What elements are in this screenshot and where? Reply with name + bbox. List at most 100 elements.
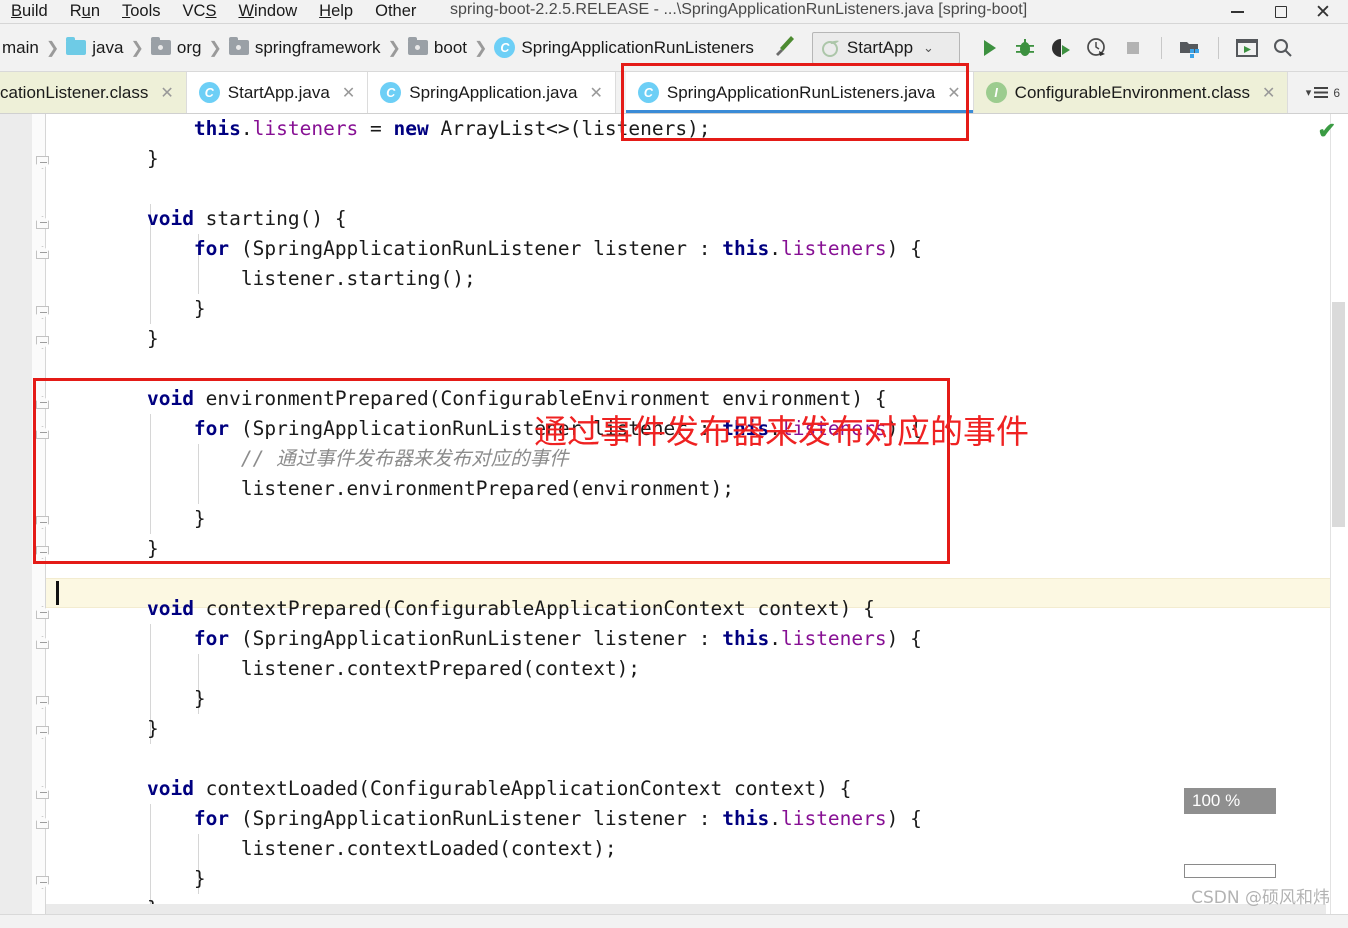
tab-configurableenvironment[interactable]: I ConfigurableEnvironment.class ✕ — [973, 72, 1289, 113]
annotation-box-active-tab — [621, 63, 969, 141]
code-token: contextLoaded(ConfigurableApplicationCon… — [193, 777, 852, 800]
breadcrumb-item-java[interactable]: java — [66, 37, 124, 58]
breadcrumb-item-springframework[interactable]: springframework — [228, 37, 381, 58]
menu-item-other[interactable]: Other — [364, 2, 427, 21]
tab-springapplication[interactable]: C SpringApplication.java ✕ — [368, 72, 616, 113]
checkmark-icon: ✔ — [1317, 118, 1336, 143]
folder-icon — [228, 37, 249, 55]
editor-scrollbar-thumb[interactable] — [1332, 302, 1345, 527]
code-token: . — [769, 237, 781, 260]
status-bar — [0, 914, 1348, 928]
debug-button[interactable] — [1010, 33, 1040, 63]
code-token: this — [722, 807, 770, 830]
code-token: starting() { — [193, 207, 347, 230]
tab-configurable-application-listener[interactable]: cationListener.class ✕ — [0, 72, 187, 113]
hammer-icon[interactable] — [770, 32, 800, 63]
breadcrumb-item-main[interactable]: main — [2, 38, 39, 58]
run-configuration-selector[interactable]: StartApp ⌄ — [811, 31, 960, 64]
profiler-button[interactable] — [1082, 33, 1112, 63]
code-token: listener.starting(); — [240, 267, 476, 290]
project-structure-button[interactable] — [1175, 33, 1205, 63]
code-token: this — [722, 237, 770, 260]
code-token: . — [769, 627, 781, 650]
code-token: = — [358, 117, 394, 140]
code-token: this — [193, 117, 241, 140]
breadcrumb-label: springframework — [254, 37, 381, 57]
class-icon: C — [494, 37, 516, 58]
tab-overflow-button[interactable]: ▾ 6 — [1306, 72, 1348, 113]
menu-item-build[interactable]: Build — [0, 2, 59, 21]
maximize-icon[interactable] — [1260, 0, 1302, 24]
breadcrumb-item-org[interactable]: org — [150, 37, 202, 58]
code-line: for (SpringApplicationRunListener listen… — [52, 234, 1348, 264]
code-token: . — [240, 117, 253, 140]
menu-item-tools[interactable]: Tools — [111, 2, 172, 21]
code-token: listeners — [780, 627, 887, 650]
tab-list-icon — [1314, 86, 1329, 98]
minimize-icon[interactable] — [1216, 0, 1258, 24]
close-icon[interactable]: ✕ — [342, 83, 355, 103]
code-token: contextPrepared(ConfigurableApplicationC… — [193, 597, 875, 620]
run-with-coverage-button[interactable] — [1046, 33, 1076, 63]
tab-label: ConfigurableEnvironment.class — [1014, 82, 1250, 102]
code-token: } — [146, 327, 159, 350]
menu-item-vcs[interactable]: VCS — [172, 2, 228, 21]
chevron-down-icon: ▾ — [1305, 87, 1312, 99]
code-token: for — [193, 627, 230, 650]
code-token: ) { — [886, 237, 922, 260]
menu-item-window[interactable]: Window — [227, 2, 308, 21]
breadcrumb-label: java — [92, 37, 124, 57]
editor-gutter[interactable] — [0, 114, 32, 914]
tab-label: StartApp.java — [227, 82, 330, 102]
toolbar-divider — [1160, 36, 1162, 59]
breadcrumb-label: org — [176, 37, 202, 57]
breadcrumb-separator: ❯ — [208, 39, 222, 57]
code-token: . — [769, 807, 781, 830]
annotation-note-text: 通过事件发布器来发布对应的事件 — [534, 412, 1029, 451]
close-icon[interactable]: ✕ — [1262, 83, 1275, 103]
code-line: } — [52, 144, 1348, 174]
maximize-window-button[interactable] — [1232, 33, 1262, 63]
breadcrumb-separator: ❯ — [474, 39, 488, 57]
tab-label: cationListener.class — [0, 82, 149, 102]
stop-button[interactable] — [1118, 33, 1148, 63]
close-icon[interactable]: ✕ — [1302, 0, 1344, 24]
search-icon[interactable] — [1268, 33, 1298, 63]
code-line: void contextLoaded(ConfigurableApplicati… — [52, 774, 1348, 804]
menu-item-help[interactable]: Help — [308, 2, 364, 21]
code-line: listener.contextPrepared(context); — [52, 654, 1348, 684]
code-line: } — [52, 864, 1348, 894]
code-token: void — [146, 597, 194, 620]
code-token: } — [193, 297, 206, 320]
code-line: } — [52, 714, 1348, 744]
code-token: listeners — [780, 807, 887, 830]
close-icon[interactable]: ✕ — [160, 83, 173, 103]
breadcrumb-item-class[interactable]: C SpringApplicationRunListeners — [494, 37, 754, 58]
breadcrumb-item-boot[interactable]: boot — [407, 37, 467, 58]
breadcrumb-separator: ❯ — [45, 39, 60, 57]
code-line: for (SpringApplicationRunListener listen… — [52, 624, 1348, 654]
code-token: listener.contextPrepared(context); — [240, 657, 641, 680]
code-line: listener.starting(); — [52, 264, 1348, 294]
code-token: listeners — [252, 117, 359, 140]
class-runnable-icon: C — [198, 82, 220, 103]
interface-icon: I — [985, 82, 1007, 103]
close-icon[interactable]: ✕ — [589, 83, 602, 103]
code-line: void contextPrepared(ConfigurableApplica… — [52, 594, 1348, 624]
breadcrumb-label: SpringApplicationRunListeners — [521, 37, 754, 57]
code-token: listener.contextLoaded(context); — [240, 837, 617, 860]
run-button[interactable] — [974, 33, 1004, 63]
code-token: void — [146, 207, 194, 230]
window-title: spring-boot-2.2.5.RELEASE - ...\SpringAp… — [450, 1, 1028, 18]
chevron-down-icon[interactable]: ⌄ — [923, 40, 934, 56]
code-token: for — [193, 807, 230, 830]
code-editor[interactable]: this.listeners = new ArrayList<>(listene… — [0, 114, 1348, 914]
horizontal-scrollbar[interactable] — [46, 904, 1326, 914]
menu-item-run[interactable]: Run — [59, 2, 111, 21]
code-line: } — [52, 684, 1348, 714]
menu-bar: Build Run Tools VCS Window Help Other sp… — [0, 0, 1348, 24]
folder-icon — [66, 37, 87, 55]
tab-startapp[interactable]: C StartApp.java ✕ — [186, 72, 369, 113]
